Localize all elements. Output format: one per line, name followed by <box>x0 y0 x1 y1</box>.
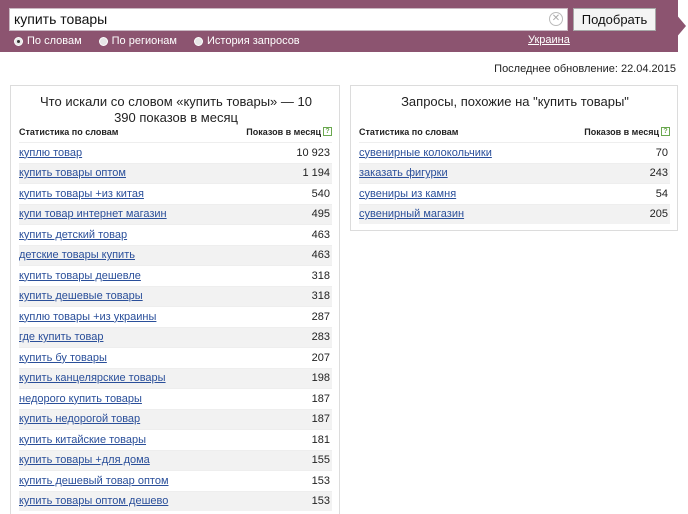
phrase-link[interactable]: куплю товар <box>19 147 82 159</box>
radio-icon <box>194 36 203 46</box>
impressions-count: 153 <box>311 474 330 487</box>
phrase-link[interactable]: купить бу товары <box>19 352 107 364</box>
submit-button[interactable]: Подобрать <box>573 8 656 31</box>
phrase-link[interactable]: где купить товар <box>19 331 103 343</box>
column-count: Показов в месяц? <box>584 127 670 141</box>
radio-icon <box>98 36 108 46</box>
phrase-link[interactable]: купить товары оптом дешево <box>19 495 168 507</box>
phrase-link[interactable]: купить дешевый товар оптом <box>19 475 169 487</box>
word-stats-panel: Что искали со словом «купить товары» — 1… <box>10 85 340 514</box>
impressions-count: 495 <box>311 208 330 221</box>
word-stats-list: куплю товар 10 923 купить товары оптом 1 19… <box>19 142 332 511</box>
phrase-link[interactable]: купить товары дешевле <box>19 270 141 282</box>
table-header: Статистика по словам Показов в месяц? <box>359 127 670 141</box>
impressions-count: 70 <box>655 146 668 159</box>
radio-label: История запросов <box>207 35 300 47</box>
search-mode-group: По словам По регионам История запросов <box>14 34 317 48</box>
table-row: детские товары купить 463 <box>19 244 332 265</box>
column-phrase: Статистика по словам <box>359 127 459 137</box>
radio-by-words[interactable]: По словам <box>14 35 82 47</box>
table-row: куплю товар 10 923 <box>19 142 332 163</box>
clear-icon[interactable]: ✕ <box>549 12 563 26</box>
table-row: купить товары оптом 1 194 <box>19 162 332 183</box>
impressions-count: 283 <box>311 331 330 344</box>
impressions-count: 153 <box>311 495 330 508</box>
table-row: куплю товары +из украины 287 <box>19 306 332 327</box>
impressions-count: 10 923 <box>296 146 330 159</box>
impressions-count: 287 <box>311 310 330 323</box>
phrase-link[interactable]: купить товары +из китая <box>19 188 144 200</box>
impressions-count: 318 <box>311 269 330 282</box>
phrase-link[interactable]: недорого купить товары <box>19 393 142 405</box>
impressions-count: 207 <box>311 351 330 364</box>
phrase-link[interactable]: купить недорогой товар <box>19 413 140 425</box>
table-row: купить канцелярские товары 198 <box>19 367 332 388</box>
table-row: где купить товар 283 <box>19 326 332 347</box>
column-count: Показов в месяц? <box>246 127 332 141</box>
table-row: недорого купить товары 187 <box>19 388 332 409</box>
phrase-link[interactable]: купи товар интернет магазин <box>19 208 167 220</box>
table-row: сувенирные колокольчики 70 <box>359 142 670 163</box>
phrase-link[interactable]: купить дешевые товары <box>19 290 143 302</box>
table-row: купить товары оптом дешево 153 <box>19 490 332 511</box>
impressions-count: 540 <box>311 187 330 200</box>
phrase-link[interactable]: детские товары купить <box>19 249 135 261</box>
table-row: купить бу товары 207 <box>19 347 332 368</box>
impressions-count: 54 <box>655 187 668 200</box>
similar-queries-list: сувенирные колокольчики 70 заказать фигурк… <box>359 142 670 224</box>
phrase-link[interactable]: сувенирный магазин <box>359 208 464 220</box>
panel-title: Запросы, похожие на "купить товары" <box>401 94 629 109</box>
last-update: Последнее обновление: 22.04.2015 <box>494 63 676 75</box>
impressions-count: 1 194 <box>302 167 330 180</box>
help-icon[interactable]: ? <box>661 127 670 136</box>
table-row: сувениры из камня 54 <box>359 183 670 204</box>
table-row: сувенирный магазин 205 <box>359 203 670 224</box>
impressions-count: 187 <box>311 392 330 405</box>
table-row: купить китайские товары 181 <box>19 429 332 450</box>
radio-history[interactable]: История запросов <box>194 35 300 47</box>
table-row: купить дешевый товар оптом 153 <box>19 470 332 491</box>
impressions-count: 318 <box>311 290 330 303</box>
panel-title: Что искали со словом «купить товары» — 1… <box>40 94 312 125</box>
impressions-count: 187 <box>311 413 330 426</box>
impressions-count: 463 <box>311 228 330 241</box>
phrase-link[interactable]: купить канцелярские товары <box>19 372 166 384</box>
table-row: заказать фигурки 243 <box>359 162 670 183</box>
column-phrase: Статистика по словам <box>19 127 119 137</box>
table-row: купить дешевые товары 318 <box>19 285 332 306</box>
phrase-link[interactable]: купить детский товар <box>19 229 127 241</box>
phrase-link[interactable]: сувениры из камня <box>359 188 456 200</box>
impressions-count: 463 <box>311 249 330 262</box>
table-row: купить товары дешевле 318 <box>19 265 332 286</box>
table-row: купи товар интернет магазин 495 <box>19 203 332 224</box>
impressions-count: 198 <box>311 372 330 385</box>
impressions-count: 181 <box>311 433 330 446</box>
radio-by-regions[interactable]: По регионам <box>98 35 177 47</box>
impressions-count: 155 <box>311 454 330 467</box>
phrase-link[interactable]: куплю товары +из украины <box>19 311 156 323</box>
radio-label: По регионам <box>111 35 177 47</box>
phrase-link[interactable]: купить товары +для дома <box>19 454 150 466</box>
phrase-link[interactable]: заказать фигурки <box>359 167 448 179</box>
region-link[interactable]: Украина <box>528 34 570 46</box>
phrase-link[interactable]: купить китайские товары <box>19 434 146 446</box>
phrase-link[interactable]: сувенирные колокольчики <box>359 147 492 159</box>
search-input[interactable]: купить товары <box>9 8 568 31</box>
impressions-count: 205 <box>649 208 668 221</box>
table-row: купить детский товар 463 <box>19 224 332 245</box>
table-row: купить товары +для дома 155 <box>19 449 332 470</box>
table-header: Статистика по словам Показов в месяц? <box>19 127 332 141</box>
search-bar: купить товары ✕ Подобрать По словам По р… <box>0 0 688 52</box>
table-row: купить недорогой товар 187 <box>19 408 332 429</box>
impressions-count: 243 <box>649 167 668 180</box>
radio-label: По словам <box>27 35 82 47</box>
radio-checked-icon <box>14 36 23 46</box>
table-row: купить товары +из китая 540 <box>19 183 332 204</box>
phrase-link[interactable]: купить товары оптом <box>19 167 126 179</box>
search-bar-arrow <box>664 0 686 52</box>
similar-queries-panel: Запросы, похожие на "купить товары" Стат… <box>350 85 678 231</box>
help-icon[interactable]: ? <box>323 127 332 136</box>
